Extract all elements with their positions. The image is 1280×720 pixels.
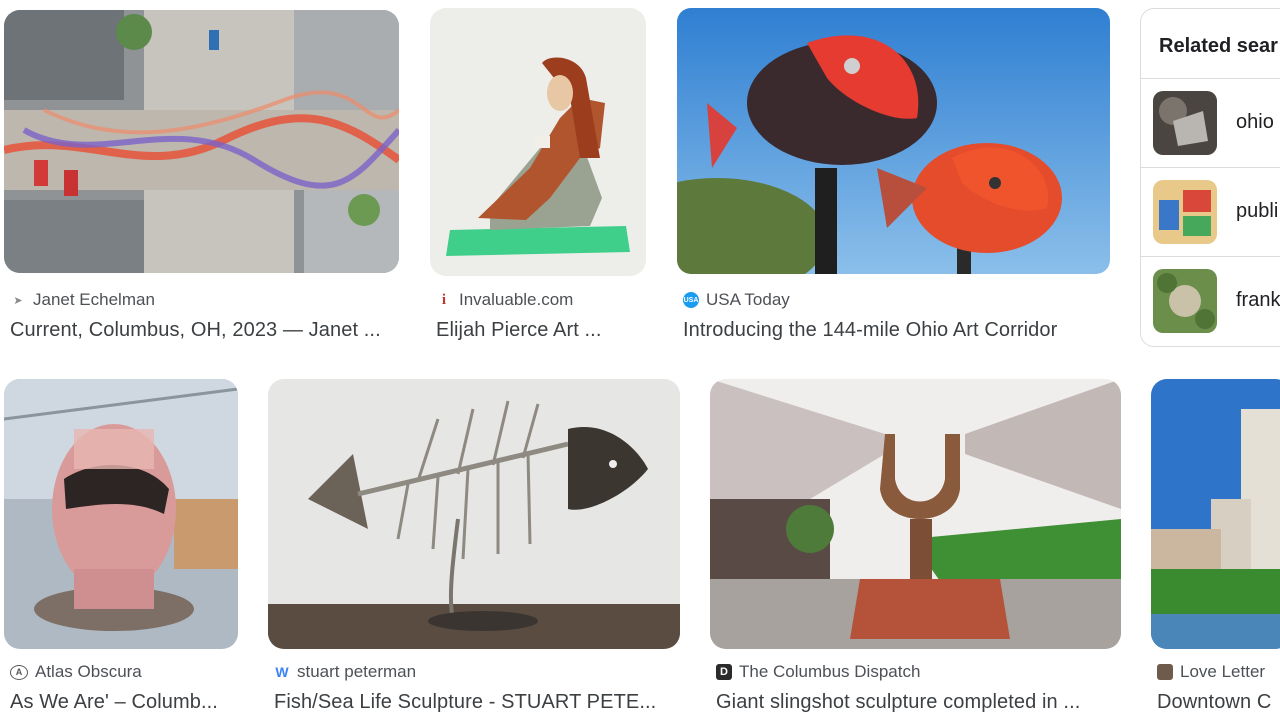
result-image[interactable] [430,8,646,276]
result-source-label: Janet Echelman [33,290,155,309]
result-image[interactable] [1151,379,1280,649]
result-source-label: Love Letter [1180,662,1266,681]
related-searches-heading: Related sear [1159,35,1278,57]
result-source[interactable]: W stuart peterman [274,662,416,682]
result-source[interactable]: A Atlas Obscura [10,662,142,682]
related-search-item[interactable]: publi [1141,167,1280,257]
result-title[interactable]: Fish/Sea Life Sculpture - STUART PETE... [274,691,669,714]
result-source[interactable]: USA USA Today [683,290,790,310]
result-title[interactable]: Downtown C [1157,691,1280,714]
wix-icon: W [275,664,289,680]
result-image[interactable] [677,8,1110,274]
result-source[interactable]: i Invaluable.com [436,290,573,310]
love-letter-icon [1157,664,1173,680]
result-source-label: USA Today [706,290,790,309]
result-source[interactable]: Love Letter [1157,662,1265,682]
result-source[interactable]: ➤ Janet Echelman [10,290,155,310]
result-title[interactable]: Introducing the 144-mile Ohio Art Corrid… [683,319,1113,342]
result-image[interactable] [268,379,680,649]
result-image[interactable] [4,10,399,273]
related-search-label: ohio [1236,111,1274,133]
dispatch-icon: D [716,664,732,680]
result-title[interactable]: Elijah Pierce Art ... [436,319,646,342]
usa-today-icon: USA [683,292,699,308]
related-search-thumbnail [1153,269,1217,333]
result-image[interactable] [4,379,238,649]
result-source-label: Atlas Obscura [35,662,142,681]
result-image[interactable] [710,379,1121,649]
invaluable-icon: i [441,291,447,308]
related-search-thumbnail [1153,180,1217,244]
related-search-thumbnail [1153,91,1217,155]
wing-icon: ➤ [13,294,23,307]
result-source-label: stuart peterman [297,662,417,681]
result-source-label: The Columbus Dispatch [739,662,921,681]
result-title[interactable]: Current, Columbus, OH, 2023 — Janet ... [10,319,400,342]
atlas-obscura-icon: A [10,664,28,680]
related-search-label: frank [1236,289,1280,311]
result-title[interactable]: As We Are' – Columb... [10,691,245,714]
related-search-item[interactable]: frank [1141,256,1280,346]
related-search-item[interactable]: ohio [1141,78,1280,168]
result-source[interactable]: D The Columbus Dispatch [716,662,920,682]
related-search-label: publi [1236,200,1279,222]
result-source-label: Invaluable.com [459,290,574,309]
related-searches-panel: Related sear ohio publi frank [1140,8,1280,347]
result-title[interactable]: Giant slingshot sculpture completed in .… [716,691,1111,714]
